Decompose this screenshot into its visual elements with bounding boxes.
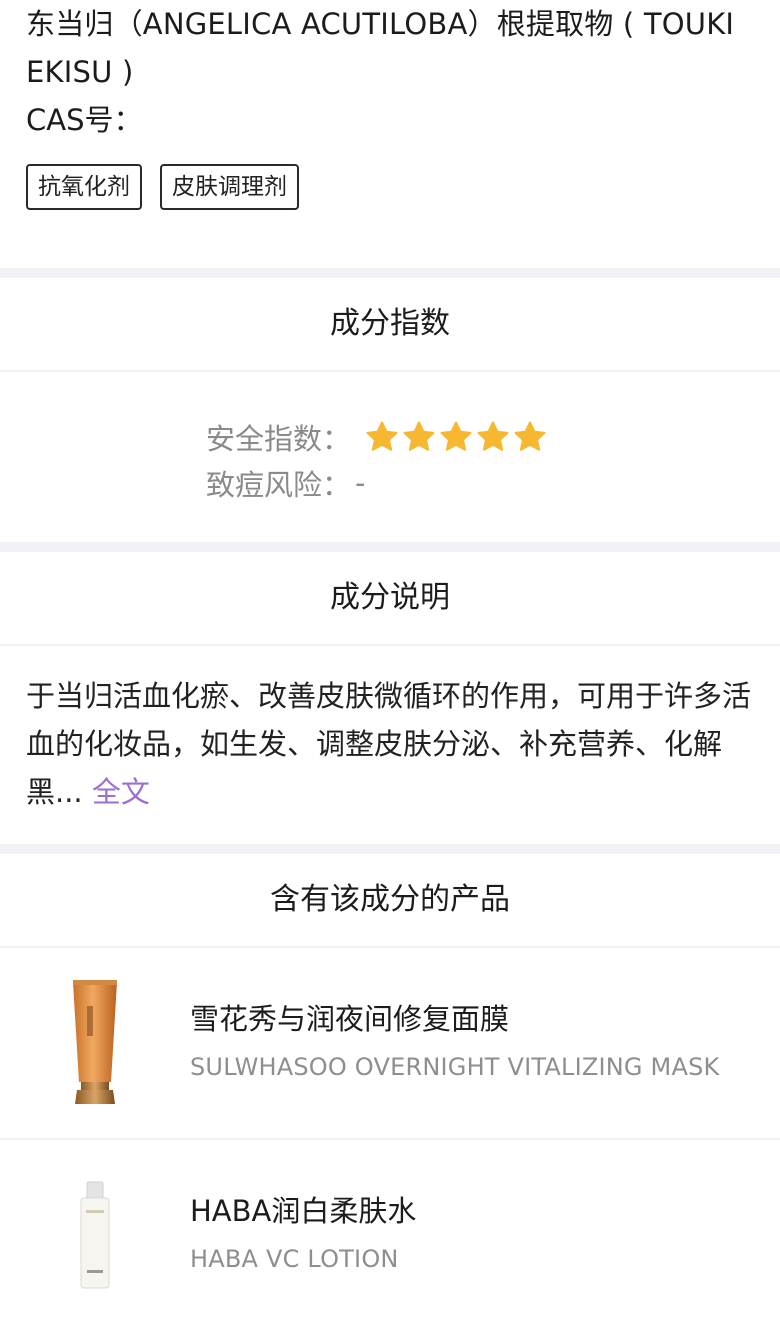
description-body: 于当归活血化瘀、改善皮肤微循环的作用，可用于许多活血的化妆品，如生发、调整皮肤分… bbox=[0, 646, 780, 844]
acne-value: - bbox=[355, 466, 366, 500]
tag-skin-conditioner[interactable]: 皮肤调理剂 bbox=[160, 164, 299, 210]
ingredient-header: 东当归（ANGELICA ACUTILOBA）根提取物 ( TOUKI EKIS… bbox=[0, 0, 780, 268]
orange-tube-icon bbox=[0, 948, 190, 1138]
cas-label: CAS号： bbox=[26, 103, 143, 137]
ingredient-title: 东当归（ANGELICA ACUTILOBA）根提取物 ( TOUKI EKIS… bbox=[26, 7, 735, 89]
index-body: 安全指数： 致痘风险： - bbox=[0, 372, 780, 542]
safety-row: 安全指数： bbox=[206, 414, 780, 460]
description-card: 成分说明 于当归活血化瘀、改善皮肤微循环的作用，可用于许多活血的化妆品，如生发、… bbox=[0, 552, 780, 844]
index-section-title: 成分指数 bbox=[0, 278, 780, 372]
acne-label: 致痘风险： bbox=[206, 468, 352, 502]
white-bottle-icon bbox=[0, 1140, 190, 1330]
star-icon bbox=[366, 421, 398, 451]
safety-stars bbox=[365, 420, 547, 454]
acne-row: 致痘风险： - bbox=[206, 460, 780, 506]
product-text: 雪花秀与润夜间修复面膜 SULWHASOO OVERNIGHT VITALIZI… bbox=[190, 995, 719, 1091]
product-name: HABA润白柔肤水 bbox=[190, 1194, 417, 1228]
tag-antioxidant[interactable]: 抗氧化剂 bbox=[26, 164, 142, 210]
product-name: 雪花秀与润夜间修复面膜 bbox=[190, 1002, 510, 1036]
tag-list: 抗氧化剂 皮肤调理剂 bbox=[26, 164, 754, 210]
product-text: HABA润白柔肤水 HABA VC LOTION bbox=[190, 1187, 416, 1283]
products-section-title: 含有该成分的产品 bbox=[270, 882, 510, 917]
product-item[interactable]: 雪花秀与润夜间修复面膜 SULWHASOO OVERNIGHT VITALIZI… bbox=[0, 946, 780, 1138]
product-name-en: HABA VC LOTION bbox=[190, 1245, 399, 1273]
description-section-title: 成分说明 bbox=[0, 552, 780, 646]
product-item[interactable]: HABA润白柔肤水 HABA VC LOTION bbox=[0, 1138, 780, 1330]
star-icon bbox=[514, 421, 546, 451]
index-card: 成分指数 安全指数： 致痘风险： - bbox=[0, 278, 780, 542]
star-icon bbox=[440, 421, 472, 451]
product-name-en: SULWHASOO OVERNIGHT VITALIZING MASK bbox=[190, 1053, 720, 1081]
star-icon bbox=[477, 421, 509, 451]
safety-label: 安全指数： bbox=[206, 422, 352, 456]
read-more-link[interactable]: 全文 bbox=[92, 775, 150, 809]
products-card: 含有该成分的产品 雪花秀与润夜间修复面膜 SULWHASOO OVERNIGHT… bbox=[0, 854, 780, 1330]
star-icon bbox=[403, 421, 435, 451]
